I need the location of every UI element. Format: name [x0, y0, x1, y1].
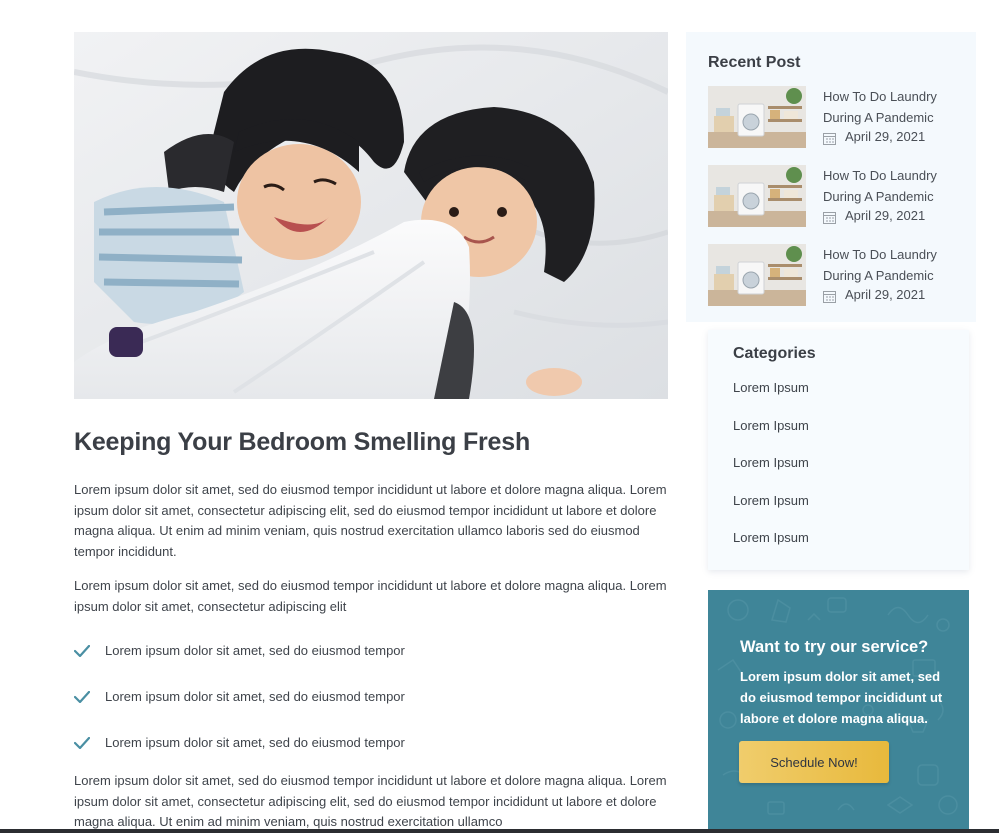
recent-posts-widget: Recent Post How To Do Laundry During A P…: [686, 32, 976, 322]
recent-post-item[interactable]: How To Do Laundry During A Pandemic Apri…: [708, 86, 968, 148]
check-list-text: Lorem ipsum dolor sit amet, sed do eiusm…: [105, 735, 405, 750]
post-paragraph: Lorem ipsum dolor sit amet, sed do eiusm…: [74, 482, 667, 559]
recent-post-item[interactable]: How To Do Laundry During A Pandemic Apri…: [708, 165, 968, 227]
schedule-now-button[interactable]: Schedule Now!: [739, 741, 889, 783]
post-paragraph: Lorem ipsum dolor sit amet, sed do eiusm…: [74, 578, 667, 614]
category-link[interactable]: Lorem Ipsum: [733, 529, 809, 567]
recent-post-title-link[interactable]: How To Do Laundry During A Pandemic: [823, 244, 963, 286]
check-icon: [73, 687, 105, 708]
category-link[interactable]: Lorem Ipsum: [733, 379, 809, 417]
check-list: Lorem ipsum dolor sit amet, sed do eiusm…: [73, 641, 668, 779]
recent-post-title-link[interactable]: How To Do Laundry During A Pandemic: [823, 86, 963, 128]
post-title: Keeping Your Bedroom Smelling Fresh: [74, 428, 531, 456]
check-list-text: Lorem ipsum dolor sit amet, sed do eiusm…: [105, 689, 405, 704]
recent-post-date: April 29, 2021: [845, 129, 926, 144]
recent-post-thumbnail[interactable]: [708, 244, 806, 306]
service-cta-widget: Want to try our service? Lorem ipsum dol…: [708, 590, 969, 833]
recent-post-thumbnail[interactable]: [708, 86, 806, 148]
categories-title: Categories: [733, 345, 816, 362]
calendar-icon: [823, 211, 836, 229]
cta-title: Want to try our service?: [740, 638, 929, 656]
calendar-icon: [823, 290, 836, 308]
check-list-item: Lorem ipsum dolor sit amet, sed do eiusm…: [73, 641, 668, 687]
category-link[interactable]: Lorem Ipsum: [733, 417, 809, 455]
calendar-icon: [823, 132, 836, 150]
recent-post-thumbnail[interactable]: [708, 165, 806, 227]
check-list-item: Lorem ipsum dolor sit amet, sed do eiusm…: [73, 687, 668, 733]
recent-posts-title: Recent Post: [708, 54, 801, 71]
window-bottom-edge: [0, 829, 999, 833]
recent-post-title-link[interactable]: How To Do Laundry During A Pandemic: [823, 165, 963, 207]
check-icon: [73, 733, 105, 754]
recent-post-date: April 29, 2021: [845, 287, 926, 302]
recent-post-item[interactable]: How To Do Laundry During A Pandemic Apri…: [708, 244, 968, 306]
post-paragraph: Lorem ipsum dolor sit amet, sed do eiusm…: [74, 773, 667, 829]
categories-list: Lorem Ipsum Lorem Ipsum Lorem Ipsum Lore…: [733, 379, 809, 567]
post-hero-image: [74, 32, 668, 399]
kids-in-bed-photo: [74, 32, 668, 399]
cta-text: Lorem ipsum dolor sit amet, sed do eiusm…: [740, 669, 943, 726]
recent-post-date: April 29, 2021: [845, 208, 926, 223]
category-link[interactable]: Lorem Ipsum: [733, 454, 809, 492]
check-icon: [73, 641, 105, 662]
category-link[interactable]: Lorem Ipsum: [733, 492, 809, 530]
categories-widget: Categories Lorem Ipsum Lorem Ipsum Lorem…: [708, 330, 969, 570]
check-list-text: Lorem ipsum dolor sit amet, sed do eiusm…: [105, 643, 405, 658]
